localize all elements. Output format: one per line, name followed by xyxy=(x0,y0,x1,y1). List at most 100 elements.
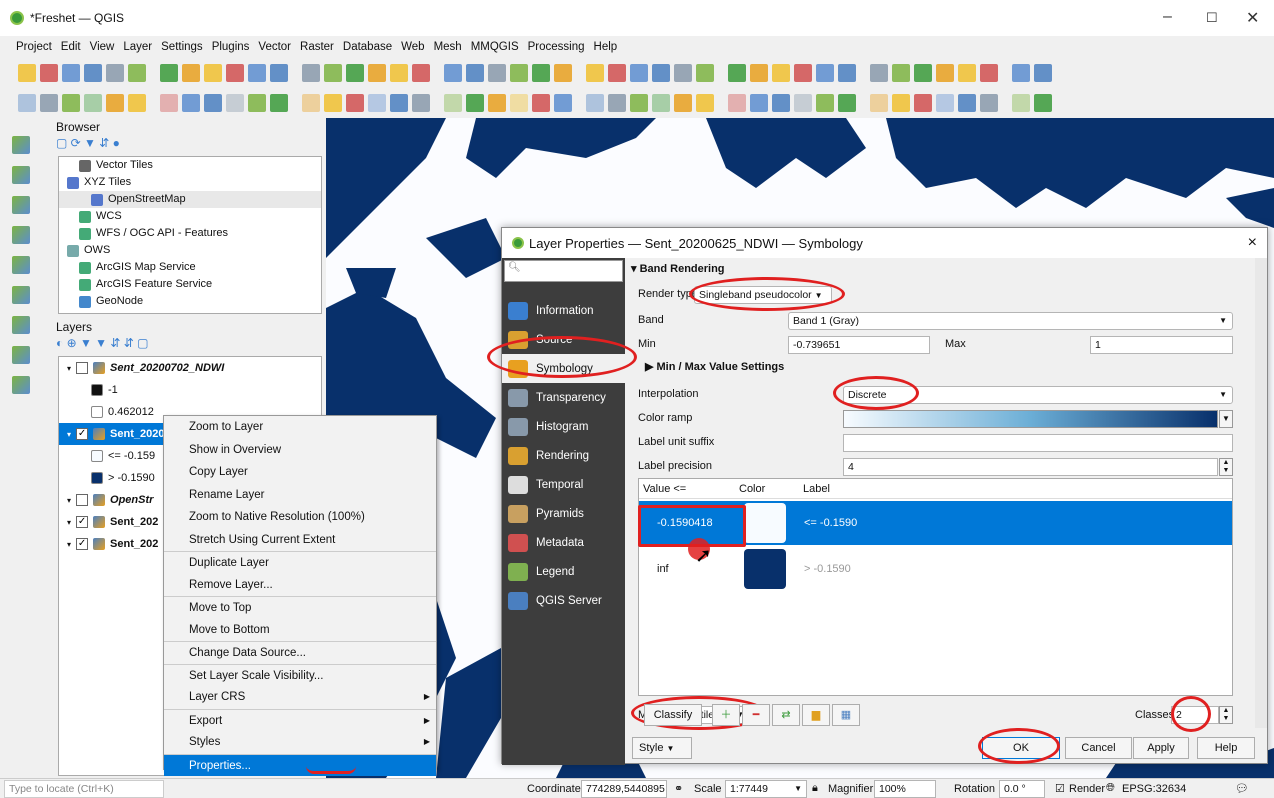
toolbar-tool-icon[interactable] xyxy=(870,94,888,112)
toolbar-tool-icon[interactable] xyxy=(870,64,888,82)
toolbar-tool-icon[interactable] xyxy=(346,94,364,112)
expand-arrow-icon[interactable]: ▾ xyxy=(67,514,71,531)
table-row[interactable]: inf > -0.1590 xyxy=(639,547,1232,591)
render-checkbox[interactable]: ☑ xyxy=(1055,782,1065,795)
toolbar-tool-icon[interactable] xyxy=(160,64,178,82)
toolbar-tool-icon[interactable] xyxy=(444,94,462,112)
toolbar-tool-icon[interactable] xyxy=(270,94,288,112)
menu-database[interactable]: Database xyxy=(343,41,392,53)
invert-icon[interactable]: ⇄ xyxy=(772,704,800,726)
toolbar-tool-icon[interactable] xyxy=(892,64,910,82)
toolbar-tool-icon[interactable] xyxy=(728,64,746,82)
toolbar-tool-icon[interactable] xyxy=(270,64,288,82)
header-value[interactable]: Value <= xyxy=(639,479,739,498)
toolbar-tool-icon[interactable] xyxy=(106,94,124,112)
toolbar-tool-icon[interactable] xyxy=(554,94,572,112)
class-color-swatch[interactable] xyxy=(744,549,786,589)
layer-visibility-checkbox[interactable]: ✓ xyxy=(76,516,89,528)
help-button[interactable]: Help xyxy=(1197,737,1255,759)
menu-settings[interactable]: Settings xyxy=(161,41,203,53)
rotation-input[interactable]: 0.0 ° xyxy=(999,780,1045,798)
toolbar-tool-icon[interactable] xyxy=(182,94,200,112)
legend-item[interactable]: -1 xyxy=(59,379,321,401)
toolbar-tool-icon[interactable] xyxy=(936,64,954,82)
toolbar-tool-icon[interactable] xyxy=(62,64,80,82)
toolbar-tool-icon[interactable] xyxy=(160,94,178,112)
color-ramp-dropdown-icon[interactable]: ▼ xyxy=(1219,410,1233,428)
toolbar-tool-icon[interactable] xyxy=(248,94,266,112)
add-delimited-text-icon[interactable] xyxy=(12,226,30,244)
sidebar-item-information[interactable]: Information xyxy=(502,296,625,325)
menu-view[interactable]: View xyxy=(90,41,115,53)
toolbar-tool-icon[interactable] xyxy=(226,94,244,112)
toolbar-tool-icon[interactable] xyxy=(1034,94,1052,112)
scale-select[interactable]: 1:77449 ▼ xyxy=(725,780,807,798)
toolbar-tool-icon[interactable] xyxy=(532,94,550,112)
toolbar-tool-icon[interactable] xyxy=(936,94,954,112)
toolbar-tool-icon[interactable] xyxy=(182,64,200,82)
toolbar-tool-icon[interactable] xyxy=(204,64,222,82)
context-menu-item[interactable]: Move to Top xyxy=(164,596,436,619)
add-wfs-icon[interactable] xyxy=(12,346,30,364)
toolbar-tool-icon[interactable] xyxy=(914,94,932,112)
sidebar-item-temporal[interactable]: Temporal xyxy=(502,470,625,499)
color-ramp-button[interactable] xyxy=(843,410,1218,428)
add-spatialite-icon[interactable] xyxy=(12,286,30,304)
menu-processing[interactable]: Processing xyxy=(528,41,585,53)
toolbar-tool-icon[interactable] xyxy=(84,64,102,82)
toolbar-tool-icon[interactable] xyxy=(106,64,124,82)
toolbar-tool-icon[interactable] xyxy=(532,64,550,82)
context-menu-item[interactable]: Duplicate Layer xyxy=(164,551,436,574)
toolbar-tool-icon[interactable] xyxy=(1034,64,1052,82)
menu-mmqgis[interactable]: MMQGIS xyxy=(471,41,519,53)
context-menu-item[interactable]: Change Data Source... xyxy=(164,641,436,664)
toolbar-tool-icon[interactable] xyxy=(302,64,320,82)
menu-edit[interactable]: Edit xyxy=(61,41,81,53)
minimize-icon[interactable]: – xyxy=(1163,8,1172,26)
toolbar-tool-icon[interactable] xyxy=(444,64,462,82)
toolbar-tool-icon[interactable] xyxy=(346,64,364,82)
toolbar-tool-icon[interactable] xyxy=(412,64,430,82)
sidebar-item-rendering[interactable]: Rendering xyxy=(502,441,625,470)
toolbar-tool-icon[interactable] xyxy=(652,94,670,112)
menu-help[interactable]: Help xyxy=(594,41,618,53)
toolbar-tool-icon[interactable] xyxy=(412,94,430,112)
browser-item[interactable]: ArcGIS Map Service xyxy=(59,259,321,276)
toolbar-tool-icon[interactable] xyxy=(608,94,626,112)
toolbar-tool-icon[interactable] xyxy=(368,94,386,112)
toolbar-tool-icon[interactable] xyxy=(728,94,746,112)
toolbar-tool-icon[interactable] xyxy=(674,94,692,112)
crs-globe-icon[interactable]: 🌐︎ xyxy=(1106,782,1115,795)
toolbar-tool-icon[interactable] xyxy=(488,64,506,82)
min-input[interactable]: -0.739651 xyxy=(788,336,930,354)
browser-item[interactable]: XYZ Tiles xyxy=(59,174,321,191)
context-menu-item[interactable]: Properties... xyxy=(164,753,436,776)
toolbar-tool-icon[interactable] xyxy=(204,94,222,112)
label-suffix-input[interactable] xyxy=(843,434,1233,452)
context-menu-item[interactable]: Export ▶ xyxy=(164,708,436,732)
browser-item[interactable]: ArcGIS Feature Service xyxy=(59,276,321,293)
toolbar-tool-icon[interactable] xyxy=(1012,94,1030,112)
toggle-extents-icon[interactable]: ⚭ xyxy=(674,782,683,795)
classify-button[interactable]: Classify xyxy=(644,704,702,726)
toolbar-tool-icon[interactable] xyxy=(586,94,604,112)
browser-item[interactable]: WFS / OGC API - Features xyxy=(59,225,321,242)
class-label[interactable]: <= -0.1590 xyxy=(804,517,857,529)
toolbar-tool-icon[interactable] xyxy=(1012,64,1030,82)
toolbar-tool-icon[interactable] xyxy=(914,64,932,82)
toolbar-tool-icon[interactable] xyxy=(40,94,58,112)
toolbar-tool-icon[interactable] xyxy=(368,64,386,82)
toolbar-tool-icon[interactable] xyxy=(980,94,998,112)
toolbar-tool-icon[interactable] xyxy=(466,94,484,112)
browser-item[interactable]: GeoNode xyxy=(59,293,321,310)
toolbar-tool-icon[interactable] xyxy=(750,94,768,112)
sidebar-item-qgis-server[interactable]: QGIS Server xyxy=(502,586,625,615)
expand-arrow-icon[interactable]: ▾ xyxy=(67,360,71,377)
toolbar-tool-icon[interactable] xyxy=(128,94,146,112)
layer-visibility-checkbox[interactable] xyxy=(76,362,89,374)
label-precision-input[interactable]: 4 xyxy=(843,458,1218,476)
toolbar-tool-icon[interactable] xyxy=(84,94,102,112)
sidebar-item-legend[interactable]: Legend xyxy=(502,557,625,586)
menu-web[interactable]: Web xyxy=(401,41,424,53)
toolbar-tool-icon[interactable] xyxy=(62,94,80,112)
